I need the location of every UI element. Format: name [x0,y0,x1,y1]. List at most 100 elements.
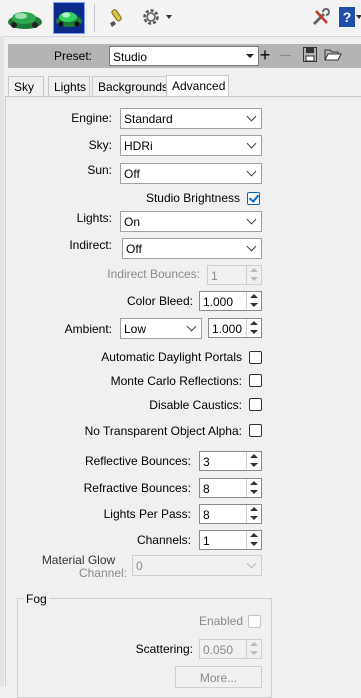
material-glow-channel-value: 0 [136,559,143,573]
channels-label: Channels: [136,533,191,547]
indirect-bounces-value: 1 [211,269,218,283]
tab-advanced[interactable]: Advanced [166,75,229,97]
indirect-label: Indirect: [69,238,112,252]
chevron-down-icon [246,214,257,225]
no-transparent-object-alpha-checkbox[interactable] [249,424,262,437]
spin-buttons[interactable] [246,531,261,549]
material-glow-channel-select[interactable]: 0 [132,555,262,576]
disable-caustics-checkbox[interactable] [249,398,262,411]
chevron-down-icon [246,558,257,569]
spin-buttons[interactable] [246,319,261,337]
save-preset-icon[interactable] [303,47,317,62]
spin-up-icon[interactable] [250,533,258,537]
preset-bar: Preset: Studio + [8,44,361,68]
ambient-value: Low [124,322,147,336]
spin-down-icon[interactable] [250,542,258,546]
spin-buttons[interactable] [246,266,261,284]
ambient-amount-input[interactable]: 1.000 [208,318,262,338]
tools-icon[interactable] [311,7,331,27]
monte-carlo-reflections-checkbox[interactable] [249,374,262,387]
engine-select[interactable]: Standard [120,108,262,129]
spin-up-icon[interactable] [250,481,258,485]
engine-value: Standard [124,112,173,126]
indirect-select[interactable]: Off [122,238,262,259]
lights-per-pass-value: 8 [203,508,210,522]
spin-up-icon[interactable] [250,294,258,298]
spin-up-icon[interactable] [250,642,258,646]
preset-label: Preset: [54,49,93,63]
tab-backgrounds[interactable]: Backgrounds [92,76,168,96]
lights-value: On [124,215,141,229]
spin-down-icon[interactable] [250,516,258,520]
add-preset-icon[interactable]: + [257,46,273,64]
indirect-bounces-input[interactable]: 1 [207,265,262,285]
open-folder-icon[interactable] [324,48,342,62]
indirect-bounces-label: Indirect Bounces: [107,267,200,281]
chevron-down-icon [246,111,257,122]
spin-down-icon[interactable] [250,651,258,655]
toolbar: ? [0,0,361,37]
gear-dropdown-icon[interactable] [166,15,172,19]
color-bleed-input[interactable]: 1.000 [199,291,262,311]
material-glow-label-line1: Material Glow [41,553,116,567]
scattering-input[interactable]: 0.050 [199,639,262,659]
reflective-bounces-label: Reflective Bounces: [84,454,191,468]
remove-preset-icon[interactable] [280,55,291,56]
spin-up-icon[interactable] [250,268,258,272]
fog-title: Fog [24,592,49,606]
paint-brush-icon[interactable] [106,7,128,29]
reflective-bounces-input[interactable]: 3 [199,451,262,471]
spin-up-icon[interactable] [250,454,258,458]
channels-value: 1 [203,534,210,548]
more-button[interactable]: More... [175,666,262,688]
help-dropdown-icon[interactable] [356,15,361,19]
ambient-select[interactable]: Low [120,318,202,339]
spin-down-icon[interactable] [250,330,258,334]
spin-down-icon[interactable] [250,303,258,307]
sky-select[interactable]: HDRi [120,135,262,156]
spin-buttons[interactable] [246,640,261,658]
car-render-icon[interactable] [6,4,44,32]
lights-label: Lights: [76,211,112,225]
fog-enabled-checkbox[interactable] [248,615,261,628]
automatic-daylight-portals-checkbox[interactable] [249,351,262,364]
chevron-down-icon [246,138,257,149]
scattering-value: 0.050 [203,643,234,657]
color-bleed-label: Color Bleed: [126,294,193,308]
refractive-bounces-value: 8 [203,482,210,496]
ambient-label: Ambient: [64,322,112,336]
lights-per-pass-input[interactable]: 8 [199,504,262,524]
chevron-down-icon [186,321,197,332]
spin-buttons[interactable] [246,292,261,310]
lights-per-pass-label: Lights Per Pass: [103,507,191,521]
studio-brightness-checkbox[interactable] [247,192,260,205]
spin-buttons[interactable] [246,479,261,497]
spin-up-icon[interactable] [250,321,258,325]
sky-value: HDRi [124,139,153,153]
sun-select[interactable]: Off [120,163,262,184]
studio-brightness-label: Studio Brightness [145,191,240,205]
sun-label: Sun: [87,163,112,177]
channels-input[interactable]: 1 [199,530,262,550]
spin-down-icon[interactable] [250,463,258,467]
spin-buttons[interactable] [246,505,261,523]
preset-select[interactable]: Studio [109,46,259,66]
sun-value: Off [124,167,140,181]
chevron-down-icon [246,241,257,252]
ambient-amount-value: 1.000 [212,322,243,336]
tab-sky[interactable]: Sky [8,76,44,96]
scattering-label: Scattering: [135,642,193,656]
help-icon[interactable]: ? [339,7,355,27]
left-scrollbar[interactable] [0,36,4,686]
tab-lights[interactable]: Lights [48,76,90,96]
spin-down-icon[interactable] [250,277,258,281]
spin-up-icon[interactable] [250,507,258,511]
car-render-active-icon[interactable] [53,2,85,34]
gear-icon[interactable] [141,7,161,27]
refractive-bounces-input[interactable]: 8 [199,478,262,498]
toolbar-separator [94,4,95,32]
disable-caustics-label: Disable Caustics: [149,398,242,412]
spin-buttons[interactable] [246,452,261,470]
lights-select[interactable]: On [120,211,262,232]
spin-down-icon[interactable] [250,490,258,494]
